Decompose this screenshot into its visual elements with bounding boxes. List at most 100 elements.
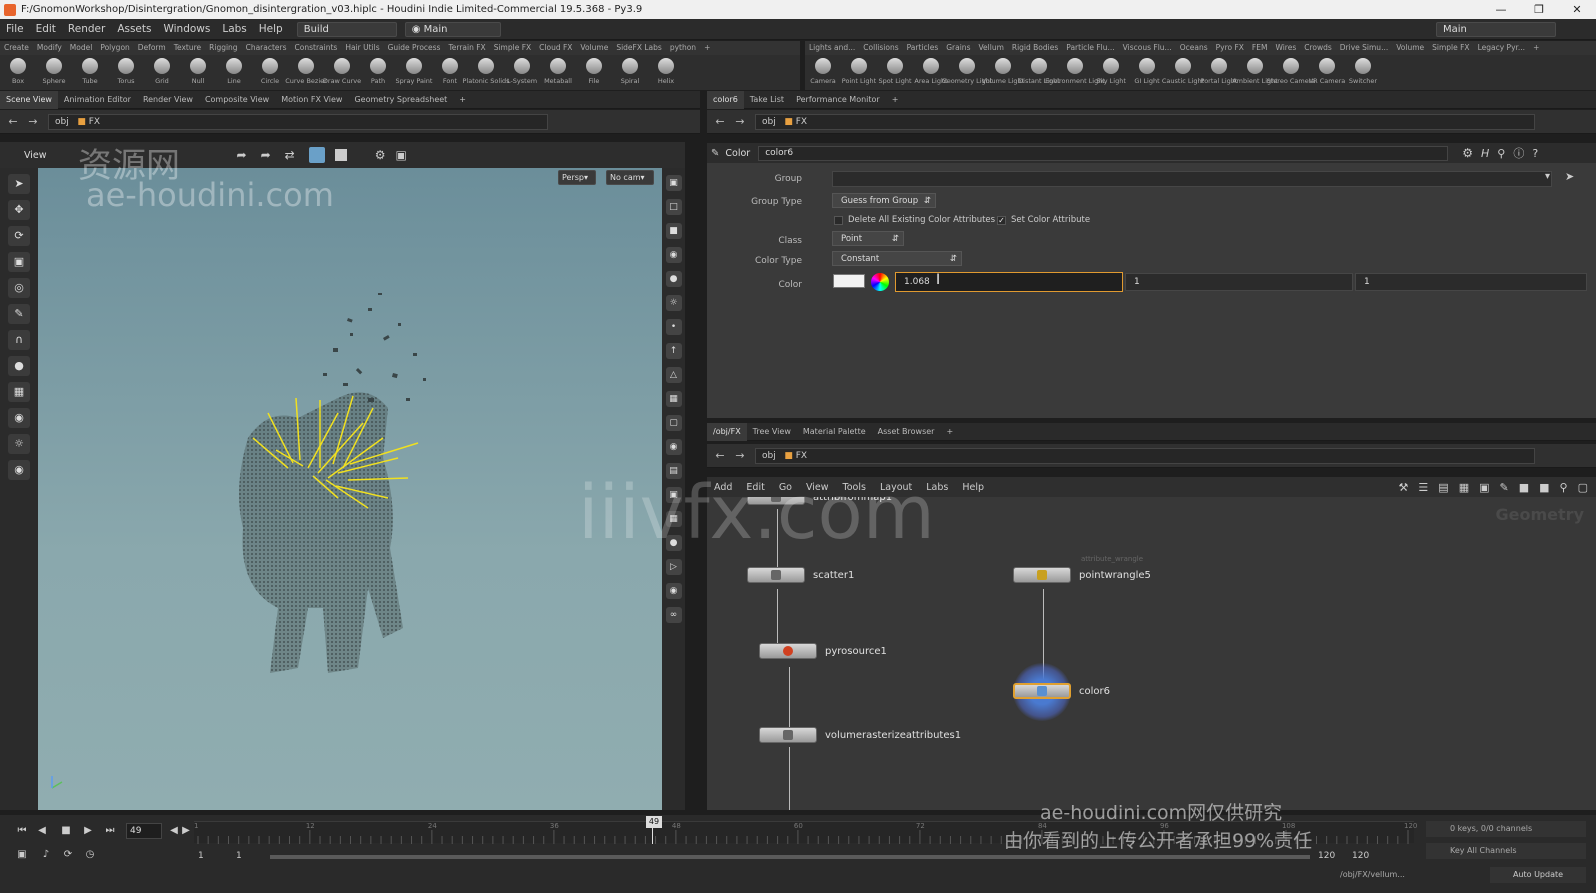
shelf-tab-left-7[interactable]: Characters [242, 41, 291, 55]
range-slider[interactable] [270, 855, 1310, 859]
network-editor[interactable]: Geometry attribfrommap1 scatter1 pyrosou… [707, 497, 1596, 810]
left-path-field[interactable]: obj ■ FX [48, 113, 548, 130]
net-tools-icon[interactable]: ⚒ [1399, 481, 1409, 494]
range-start[interactable]: 1 [198, 851, 204, 861]
shelf-tab-left-9[interactable]: Hair Utils [341, 41, 383, 55]
color-type-select[interactable]: Constant ⇵ [832, 251, 962, 266]
net-tree-icon[interactable]: ☰ [1418, 481, 1428, 494]
minimize-icon[interactable]: — [1482, 0, 1520, 19]
current-frame-field[interactable]: 49 [126, 823, 162, 839]
shelf-tool-right-8[interactable]: Sky Light [1093, 55, 1129, 90]
class-select[interactable]: Point ⇵ [832, 231, 904, 246]
group-select-icon[interactable]: ➤ [1565, 170, 1574, 183]
shelf-tab-right-9[interactable]: Pyro FX [1212, 41, 1248, 55]
play-icon[interactable]: ▶ [80, 825, 96, 839]
group-arrow-icon[interactable]: ▾ [1545, 171, 1550, 182]
net-menu-labs[interactable]: Labs [919, 482, 955, 493]
net-back-icon[interactable]: ← [713, 449, 727, 462]
net-list-icon[interactable]: ▤ [1438, 481, 1448, 494]
stop-icon[interactable]: ■ [58, 825, 74, 839]
ghost-icon[interactable]: □ [665, 199, 682, 215]
handle-tool-icon[interactable]: ⇄ [285, 148, 295, 162]
shelf-tab-left-8[interactable]: Constraints [291, 41, 342, 55]
restore-icon[interactable]: ❐ [1520, 0, 1558, 19]
net-menu-view[interactable]: View [799, 482, 836, 493]
shelf-tab-left-0[interactable]: Create [0, 41, 33, 55]
desktop-select[interactable]: Build [296, 21, 397, 37]
shading-icon[interactable]: ● [665, 271, 682, 287]
shelf-tab-right-15[interactable]: Simple FX [1428, 41, 1473, 55]
fps-icon[interactable]: ◷ [82, 849, 98, 863]
menu-labs[interactable]: Labs [216, 23, 252, 35]
shelf-tool-right-10[interactable]: Caustic Light [1162, 55, 1204, 90]
left-pane-tab-4[interactable]: Motion FX View [275, 95, 348, 104]
jump-start-icon[interactable]: ⏮ [14, 825, 30, 839]
left-pane-tab-2[interactable]: Render View [137, 95, 199, 104]
set-color-checkbox[interactable]: ✓ Set Color Attribute [997, 215, 1090, 225]
brush-icon[interactable]: ✎ [8, 304, 30, 324]
net-screen-icon[interactable]: ▢ [1578, 481, 1588, 494]
delete-attrs-checkbox[interactable]: Delete All Existing Color Attributes [834, 215, 995, 225]
main-select[interactable]: ◉ Main [404, 21, 501, 37]
shelf-tab-right-16[interactable]: Legacy Pyr... [1474, 41, 1529, 55]
left-pane-tab-5[interactable]: Geometry Spreadsheet [348, 95, 453, 104]
net-grid-icon[interactable]: ▦ [1459, 481, 1469, 494]
help-icon[interactable]: ? [1532, 147, 1538, 160]
color-swatch[interactable] [833, 274, 865, 288]
network-tab-1[interactable]: Tree View [747, 427, 797, 436]
shelf-tab-right-13[interactable]: Drive Simu... [1336, 41, 1392, 55]
shelf-tab-left-10[interactable]: Guide Process [384, 41, 445, 55]
params-tab-1[interactable]: Take List [744, 95, 790, 104]
gear-icon[interactable]: ⚙ [1462, 146, 1473, 160]
shelf-tab-left-2[interactable]: Model [66, 41, 97, 55]
light-toggle-icon[interactable]: ☼ [665, 295, 682, 311]
select-tool-icon[interactable]: ➦ [237, 148, 247, 162]
network-tab-2[interactable]: Material Palette [797, 427, 872, 436]
display-toggle-icon[interactable]: ▣ [665, 175, 682, 191]
params-tab-0[interactable]: color6 [707, 90, 744, 109]
shelf-tab-left-4[interactable]: Deform [134, 41, 170, 55]
vis-icon[interactable]: ◉ [665, 439, 682, 455]
params-path-field[interactable]: obj ■ FX [755, 113, 1535, 130]
node-pointwrangle5[interactable]: pointwrangle5 [1013, 567, 1151, 583]
camera-view-icon[interactable]: ◉ [665, 583, 682, 599]
shelf-tab-right-add-tab-icon[interactable]: + [1529, 41, 1543, 55]
right-main-select[interactable]: Main [1436, 22, 1556, 37]
shelf-tool-left-14[interactable]: L-System [504, 55, 540, 90]
pose-tool-icon[interactable]: ➦ [261, 148, 271, 162]
shelf-tab-right-6[interactable]: Particle Flu... [1062, 41, 1118, 55]
shelf-tab-right-0[interactable]: Lights and... [805, 41, 859, 55]
range-start-2[interactable]: 1 [236, 851, 242, 861]
network-tab-3[interactable]: Asset Browser [872, 427, 941, 436]
link-icon[interactable]: ∞ [665, 607, 682, 623]
left-pane-tab-add-tab-icon[interactable]: + [453, 95, 472, 104]
back-icon[interactable]: ← [6, 115, 20, 128]
camera-icon[interactable]: ◉ [8, 408, 30, 428]
net-menu-tools[interactable]: Tools [836, 482, 873, 493]
step-back-icon[interactable]: ◀ [34, 825, 50, 839]
shelf-tab-right-10[interactable]: FEM [1248, 41, 1272, 55]
auto-update-select[interactable]: Auto Update [1490, 867, 1586, 883]
normal-icon[interactable]: ↑ [665, 343, 682, 359]
shelf-tool-left-10[interactable]: Path [360, 55, 396, 90]
net-menu-help[interactable]: Help [955, 482, 991, 493]
key-all-channels-button[interactable]: Key All Channels [1426, 843, 1586, 859]
shelf-tool-left-17[interactable]: Spiral [612, 55, 648, 90]
display-options-icon[interactable] [308, 147, 325, 163]
move-icon[interactable]: ✥ [8, 200, 30, 220]
lock-icon[interactable]: ◎ [8, 278, 30, 298]
shelf-tab-right-4[interactable]: Vellum [974, 41, 1007, 55]
left-pane-tab-3[interactable]: Composite View [199, 95, 275, 104]
shelf-tab-left-15[interactable]: SideFX Labs [612, 41, 666, 55]
net-forward-icon[interactable]: → [733, 449, 747, 462]
group-type-select[interactable]: Guess from Group ⇵ [832, 193, 936, 208]
shelf-tab-right-5[interactable]: Rigid Bodies [1008, 41, 1062, 55]
shelf-tab-right-1[interactable]: Collisions [859, 41, 902, 55]
render-icon[interactable]: ● [665, 535, 682, 551]
scale-icon[interactable]: ▣ [8, 252, 30, 272]
shelf-tab-left-11[interactable]: Terrain FX [444, 41, 489, 55]
params-forward-icon[interactable]: → [733, 115, 747, 128]
net-search-icon[interactable]: ⚲ [1560, 481, 1568, 494]
grid-icon[interactable]: ▦ [8, 382, 30, 402]
shelf-tool-left-1[interactable]: Sphere [36, 55, 72, 90]
